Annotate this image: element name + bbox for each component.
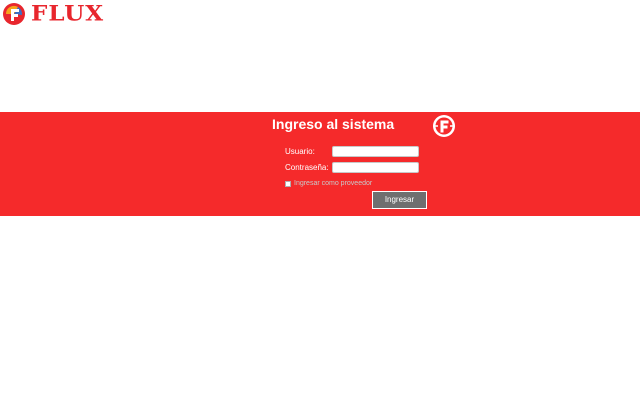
login-title: Ingreso al sistema xyxy=(272,116,395,132)
username-input[interactable] xyxy=(332,146,419,157)
username-label: Usuario: xyxy=(285,147,315,156)
login-page: FLUX Ingreso al sistema Usuario: Contras… xyxy=(0,0,640,400)
login-submit-button[interactable]: Ingresar xyxy=(372,191,427,209)
brand-name: FLUX xyxy=(31,0,105,27)
flux-badge-icon xyxy=(433,115,455,137)
brand-logo: FLUX xyxy=(2,2,104,26)
provider-option[interactable]: Ingresar como proveedor xyxy=(285,179,372,188)
flux-logo-icon xyxy=(3,3,25,25)
provider-checkbox-label[interactable]: Ingresar como proveedor xyxy=(294,179,372,188)
provider-checkbox[interactable] xyxy=(285,180,291,187)
password-input[interactable] xyxy=(332,162,419,173)
password-label: Contraseña: xyxy=(285,163,329,172)
